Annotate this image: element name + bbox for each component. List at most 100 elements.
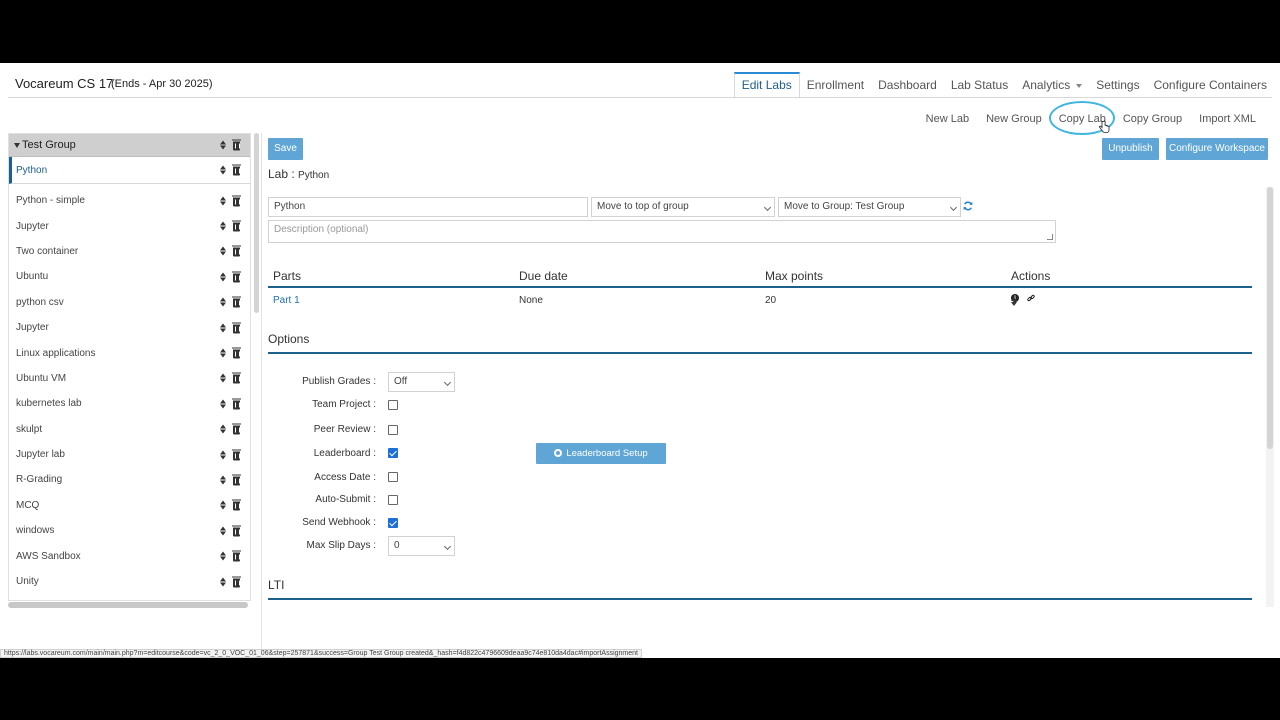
- trash-icon[interactable]: [232, 525, 241, 537]
- trash-icon[interactable]: [232, 220, 241, 232]
- reorder-icon[interactable]: [220, 526, 226, 536]
- position-select[interactable]: Move to top of group: [591, 197, 775, 217]
- trash-icon[interactable]: [232, 195, 241, 207]
- sidebar-item-label: Python - simple: [16, 195, 85, 207]
- resize-handle-icon[interactable]: [1047, 234, 1053, 240]
- trash-icon[interactable]: [232, 245, 241, 257]
- lab-heading-prefix: Lab :: [268, 167, 295, 181]
- reorder-icon[interactable]: [220, 246, 226, 256]
- reorder-icon[interactable]: [220, 450, 226, 460]
- group-header[interactable]: Test Group: [9, 134, 250, 157]
- trash-icon[interactable]: [232, 271, 241, 283]
- team-project-checkbox[interactable]: [388, 400, 398, 410]
- copy-group-link[interactable]: Copy Group: [1123, 110, 1182, 128]
- sidebar-scrollbar-horizontal[interactable]: [8, 602, 248, 608]
- reorder-icon[interactable]: [220, 221, 226, 231]
- reorder-icon[interactable]: [220, 399, 226, 409]
- send-webhook-label: Send Webhook :: [302, 517, 376, 528]
- sidebar-item-active[interactable]: Python: [9, 157, 250, 184]
- reorder-icon[interactable]: [220, 475, 226, 485]
- tab-lab-status[interactable]: Lab Status: [944, 72, 1015, 98]
- reorder-icon[interactable]: [220, 500, 226, 510]
- new-group-link[interactable]: New Group: [986, 110, 1042, 128]
- reorder-icon[interactable]: [220, 551, 226, 561]
- reorder-icon[interactable]: [1011, 297, 1017, 306]
- sidebar-item[interactable]: Linux applications: [9, 340, 250, 365]
- sidebar-item[interactable]: Ubuntu VM: [9, 366, 250, 391]
- sidebar-scrollbar-vertical[interactable]: [254, 133, 259, 313]
- reorder-icon[interactable]: [220, 165, 226, 175]
- trash-icon[interactable]: [232, 398, 241, 410]
- tab-settings[interactable]: Settings: [1089, 72, 1146, 98]
- tab-edit-labs[interactable]: Edit Labs: [733, 72, 800, 99]
- reorder-icon[interactable]: [220, 373, 226, 383]
- access-date-checkbox[interactable]: [388, 472, 398, 482]
- new-lab-link[interactable]: New Lab: [926, 110, 969, 128]
- trash-icon[interactable]: [232, 296, 241, 308]
- refresh-icon[interactable]: [963, 201, 973, 211]
- configure-workspace-button[interactable]: Configure Workspace: [1166, 138, 1268, 160]
- trash-icon[interactable]: [232, 139, 241, 151]
- sidebar-item[interactable]: python csv: [9, 290, 250, 315]
- sidebar-item[interactable]: Unity: [9, 569, 250, 594]
- part-link[interactable]: Part 1: [273, 295, 300, 306]
- sidebar-item[interactable]: skulpt: [9, 417, 250, 442]
- main-scrollbar[interactable]: [1267, 187, 1273, 449]
- lab-name-input[interactable]: Python: [268, 197, 588, 217]
- unpublish-button[interactable]: Unpublish: [1102, 138, 1159, 160]
- reorder-icon[interactable]: [220, 323, 226, 333]
- trash-icon[interactable]: [232, 347, 241, 359]
- sidebar-item[interactable]: windows: [9, 518, 250, 543]
- tab-analytics[interactable]: Analytics: [1015, 72, 1089, 98]
- lab-heading: Lab : Python: [268, 167, 329, 181]
- sidebar-item[interactable]: R-Grading: [9, 467, 250, 492]
- reorder-icon[interactable]: [220, 140, 226, 150]
- sidebar-item[interactable]: Jupyter lab: [9, 442, 250, 467]
- leaderboard-label: Leaderboard :: [313, 448, 376, 459]
- sidebar-item[interactable]: kubernetes lab: [9, 391, 250, 416]
- description-textarea[interactable]: Description (optional): [268, 220, 1056, 243]
- reorder-icon[interactable]: [220, 196, 226, 206]
- trash-icon[interactable]: [232, 576, 241, 588]
- tab-dashboard[interactable]: Dashboard: [871, 72, 944, 98]
- sidebar-item[interactable]: Two container: [9, 239, 250, 264]
- trash-icon[interactable]: [232, 499, 241, 511]
- trash-icon[interactable]: [232, 372, 241, 384]
- reorder-icon[interactable]: [220, 424, 226, 434]
- sidebar-item[interactable]: Jupyter: [9, 213, 250, 238]
- sidebar-item[interactable]: AWS Sandbox: [9, 543, 250, 568]
- link-icon[interactable]: [1027, 294, 1035, 302]
- reorder-icon[interactable]: [220, 348, 226, 358]
- peer-review-checkbox[interactable]: [388, 425, 398, 435]
- reorder-icon[interactable]: [220, 297, 226, 307]
- trash-icon[interactable]: [232, 423, 241, 435]
- tab-enrollment[interactable]: Enrollment: [800, 72, 871, 98]
- trash-icon[interactable]: [232, 164, 241, 176]
- reorder-icon[interactable]: [220, 272, 226, 282]
- group-select-value: Move to Group: Test Group: [784, 201, 905, 212]
- max-slip-days-select[interactable]: 0: [388, 536, 455, 556]
- auto-submit-checkbox[interactable]: [388, 495, 398, 505]
- reorder-icon[interactable]: [220, 577, 226, 587]
- trash-icon[interactable]: [232, 474, 241, 486]
- publish-grades-select[interactable]: Off: [388, 372, 455, 392]
- group-select[interactable]: Move to Group: Test Group: [778, 197, 961, 217]
- send-webhook-checkbox[interactable]: [388, 518, 398, 528]
- sidebar-item[interactable]: Ubuntu: [9, 264, 250, 289]
- sidebar-item[interactable]: MCQ: [9, 493, 250, 518]
- tab-configure-containers[interactable]: Configure Containers: [1147, 72, 1274, 98]
- trash-icon[interactable]: [232, 550, 241, 562]
- part-max-points: 20: [765, 295, 777, 306]
- leaderboard-setup-button[interactable]: Leaderboard Setup: [536, 443, 666, 464]
- sidebar-item-label: Jupyter: [16, 322, 49, 334]
- publish-grades-label: Publish Grades :: [302, 376, 376, 387]
- chevron-down-icon: [949, 203, 958, 212]
- trash-icon[interactable]: [232, 449, 241, 461]
- import-xml-link[interactable]: Import XML: [1199, 110, 1256, 128]
- trash-icon[interactable]: [232, 322, 241, 334]
- sidebar-item[interactable]: Python - simple: [9, 188, 250, 213]
- leaderboard-checkbox[interactable]: [388, 448, 398, 458]
- save-button[interactable]: Save: [268, 138, 303, 160]
- chevron-down-icon: [1076, 83, 1083, 88]
- sidebar-item[interactable]: Jupyter: [9, 315, 250, 340]
